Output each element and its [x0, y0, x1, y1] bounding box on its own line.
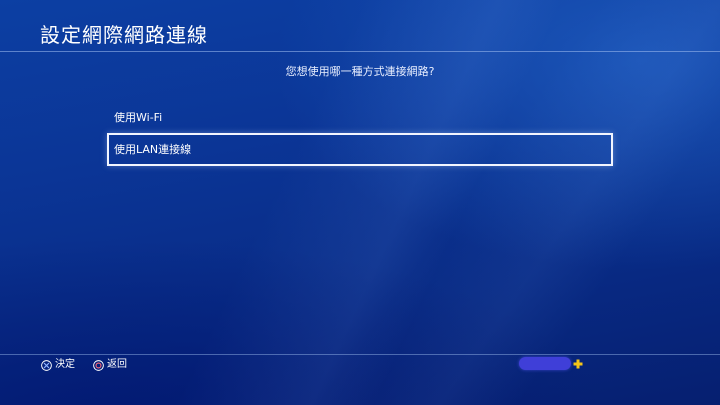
cross-button-icon	[41, 359, 52, 371]
back-label: 返回	[107, 359, 127, 370]
page-title: 設定網際網路連線	[40, 23, 208, 47]
playstation-plus-icon	[573, 359, 583, 369]
confirm-label: 決定	[55, 359, 75, 370]
network-setup-screen: 設定網際網路連線 您想使用哪一種方式連接網路? 使用Wi-Fi 使用LAN連接線…	[0, 0, 720, 405]
connection-question: 您想使用哪一種方式連接網路?	[285, 65, 435, 78]
option-use-lan-cable[interactable]: 使用LAN連接線	[107, 133, 613, 166]
footer-divider	[0, 354, 720, 355]
title-divider	[0, 51, 720, 52]
user-avatar-redacted	[519, 357, 571, 370]
circle-button-icon	[93, 359, 104, 371]
option-use-wifi[interactable]: 使用Wi-Fi	[107, 101, 613, 134]
footer-confirm-hint: 決定	[41, 358, 75, 372]
footer-back-hint: 返回	[93, 358, 127, 372]
